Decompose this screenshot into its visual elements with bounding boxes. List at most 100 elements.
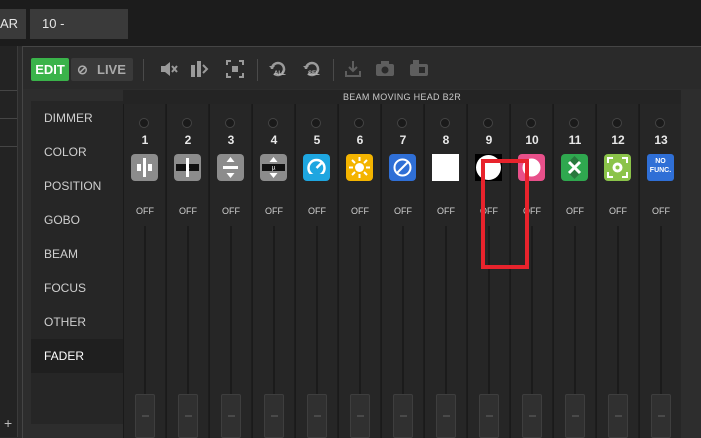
- svg-text:μ: μ: [272, 165, 276, 172]
- sun-icon[interactable]: [346, 154, 373, 181]
- channel-indicator: [526, 118, 536, 128]
- channel-column: 1 OFF: [123, 104, 165, 438]
- channel-number: 5: [313, 133, 321, 147]
- category-dimmer[interactable]: DIMMER: [31, 101, 123, 135]
- channel-state[interactable]: OFF: [296, 206, 338, 216]
- selection-highlight: [481, 159, 529, 269]
- channel-state[interactable]: OFF: [597, 206, 639, 216]
- reset-selected-icon[interactable]: SEL: [300, 57, 324, 81]
- channel-state[interactable]: OFF: [167, 206, 209, 216]
- fader-handle[interactable]: [436, 394, 456, 438]
- left-panel-divider: [0, 90, 17, 91]
- flash-icon[interactable]: [187, 57, 211, 81]
- no-gobo-icon[interactable]: [389, 154, 416, 181]
- channel-indicator: [655, 118, 665, 128]
- tab-blinder[interactable]: 10 - BLINDER: [30, 9, 128, 61]
- fader-handle[interactable]: [350, 394, 370, 438]
- live-button[interactable]: ⊘ LIVE: [71, 58, 133, 81]
- zoom-icon[interactable]: [217, 154, 244, 181]
- channel-state[interactable]: OFF: [339, 206, 381, 216]
- fader-handle[interactable]: [608, 394, 628, 438]
- no-func-label-line2: FUNC.: [649, 167, 672, 174]
- fader-handle[interactable]: [264, 394, 284, 438]
- channel-state[interactable]: OFF: [210, 206, 252, 216]
- strobe-icon[interactable]: [131, 154, 158, 181]
- edit-button[interactable]: EDIT: [31, 58, 69, 81]
- live-label: LIVE: [97, 62, 126, 77]
- channel-state[interactable]: OFF: [382, 206, 424, 216]
- add-icon[interactable]: +: [4, 415, 12, 431]
- channel-indicator: [483, 118, 493, 128]
- channel-state[interactable]: OFF: [640, 206, 682, 216]
- category-color[interactable]: COLOR: [31, 135, 123, 169]
- channel-column: 12 OFF: [596, 104, 638, 438]
- tab-previous[interactable]: AR: [0, 9, 26, 39]
- channel-number: 11: [568, 133, 582, 147]
- channel-number: 10: [525, 133, 539, 147]
- fixture-panel: EDIT ⊘ LIVE ALL SEL DIMMER COLOR POSITIO…: [22, 46, 701, 438]
- fader-handle[interactable]: [479, 394, 499, 438]
- camera-icon[interactable]: [373, 57, 397, 81]
- channel-column: 2 μ OFF: [166, 104, 208, 438]
- svg-text:μ: μ: [186, 164, 190, 171]
- category-fader[interactable]: FADER: [31, 339, 123, 373]
- channel-column: 6 OFF: [338, 104, 380, 438]
- toolbar-divider: [257, 59, 258, 81]
- fader-handle[interactable]: [307, 394, 327, 438]
- white-square-icon[interactable]: [432, 154, 459, 181]
- channel-number: 12: [611, 133, 625, 147]
- fader-handle[interactable]: [393, 394, 413, 438]
- channel-indicator: [440, 118, 450, 128]
- fader-handle[interactable]: [565, 394, 585, 438]
- top-tab-bar: AR 10 - BLINDER: [0, 0, 701, 61]
- select-icon[interactable]: [223, 57, 247, 81]
- reset-sel-label: SEL: [308, 71, 320, 77]
- category-gobo[interactable]: GOBO: [31, 203, 123, 237]
- fader-handle[interactable]: [221, 394, 241, 438]
- channel-indicator: [311, 118, 321, 128]
- fader-handle[interactable]: [135, 394, 155, 438]
- reset-all-icon[interactable]: ALL: [266, 57, 290, 81]
- fixture-title: BEAM MOVING HEAD B2R: [123, 90, 681, 104]
- no-func-icon[interactable]: NO FUNC.: [647, 154, 674, 181]
- channel-indicator: [569, 118, 579, 128]
- category-position[interactable]: POSITION: [31, 169, 123, 203]
- channel-state[interactable]: OFF: [554, 206, 596, 216]
- mute-icon[interactable]: [156, 57, 180, 81]
- channel-indicator: [612, 118, 622, 128]
- focus-icon[interactable]: μ: [260, 154, 287, 181]
- left-panel-divider: [0, 118, 17, 119]
- channel-state[interactable]: OFF: [425, 206, 467, 216]
- channel-column: 13 NO FUNC. OFF: [639, 104, 681, 438]
- channel-column: 7 OFF: [381, 104, 423, 438]
- no-func-label-line1: NO: [655, 158, 666, 165]
- target-icon[interactable]: [604, 154, 631, 181]
- preset-camera-icon[interactable]: [407, 57, 431, 81]
- channel-indicator: [182, 118, 192, 128]
- speed-icon[interactable]: [303, 154, 330, 181]
- channel-column: 8 OFF: [424, 104, 466, 438]
- fader-handle[interactable]: [651, 394, 671, 438]
- channel-number: 13: [654, 133, 668, 147]
- channel-column: 3 OFF: [209, 104, 251, 438]
- reset-icon[interactable]: [561, 154, 588, 181]
- iris-icon[interactable]: μ: [174, 154, 201, 181]
- toolbar: EDIT ⊘ LIVE ALL SEL: [23, 47, 701, 89]
- category-focus[interactable]: FOCUS: [31, 271, 123, 305]
- left-panel-divider: [0, 146, 17, 147]
- fader-handle[interactable]: [178, 394, 198, 438]
- channel-number: 7: [399, 133, 407, 147]
- category-beam[interactable]: BEAM: [31, 237, 123, 271]
- channel-number: 6: [356, 133, 364, 147]
- download-icon[interactable]: [341, 57, 365, 81]
- fader-handle[interactable]: [522, 394, 542, 438]
- reset-all-label: ALL: [274, 71, 286, 77]
- channel-number: 8: [442, 133, 450, 147]
- category-other[interactable]: OTHER: [31, 305, 123, 339]
- channel-indicator: [225, 118, 235, 128]
- channel-state[interactable]: OFF: [253, 206, 295, 216]
- channel-state[interactable]: OFF: [124, 206, 166, 216]
- toolbar-divider: [143, 59, 144, 81]
- channel-number: 3: [227, 133, 235, 147]
- channel-column: 4 μ OFF: [252, 104, 294, 438]
